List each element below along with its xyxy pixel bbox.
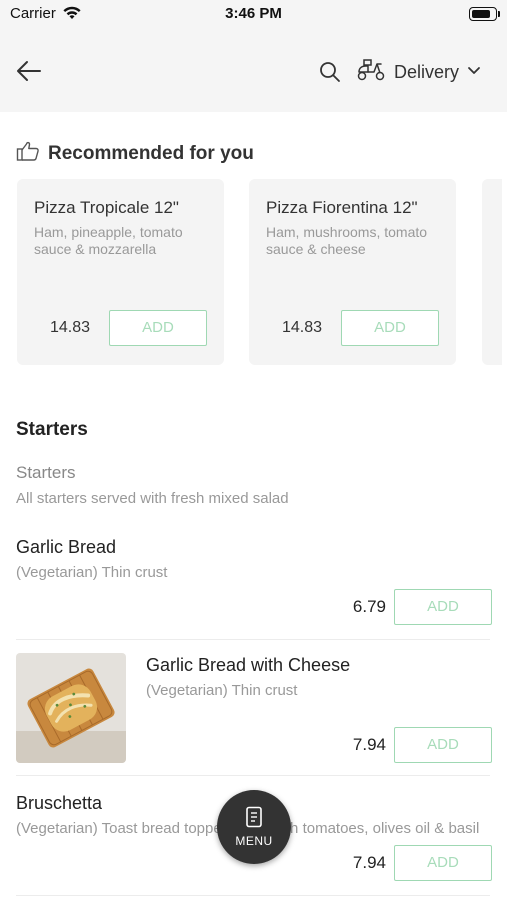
garlic-bread-thumbnail[interactable] [16, 653, 126, 763]
section-title: Starters [16, 419, 88, 440]
recommended-title: Recommended for you [48, 142, 254, 164]
product-description: Ham, mushrooms, tomato sauce & cheese [266, 224, 428, 257]
delivery-mode-selector[interactable]: Delivery [356, 58, 481, 86]
add-button[interactable]: ADD [109, 310, 207, 346]
divider [16, 895, 490, 896]
battery-icon [469, 7, 500, 21]
recommended-card-peek[interactable] [482, 179, 502, 365]
top-bar: Delivery [0, 30, 507, 112]
status-bar: Carrier 3:46 PM [0, 0, 507, 30]
menu-book-icon [245, 806, 263, 833]
delivery-mode-label: Delivery [394, 61, 460, 82]
divider [16, 775, 490, 776]
add-button[interactable]: ADD [394, 727, 492, 763]
menu-item-description: (Vegetarian) Thin crust [16, 564, 168, 581]
product-price: 14.83 [50, 319, 91, 336]
menu-fab-button[interactable]: MENU [217, 790, 291, 864]
recommended-heading: Recommended for you [16, 140, 254, 167]
search-icon[interactable] [318, 60, 342, 84]
category-description: All starters served with fresh mixed sal… [16, 490, 289, 507]
chevron-down-icon [467, 63, 481, 81]
category-title: Starters [16, 463, 76, 482]
menu-item-price: 7.94 [352, 853, 386, 872]
scooter-icon [356, 58, 386, 87]
menu-item-name[interactable]: Bruschetta [16, 793, 102, 814]
menu-item-description: (Vegetarian) Thin crust [146, 682, 298, 699]
product-description: Ham, pineapple, tomato sauce & mozzarell… [34, 224, 183, 257]
recommended-card[interactable]: Pizza Tropicale 12" Ham, pineapple, toma… [17, 179, 224, 365]
add-button[interactable]: ADD [394, 845, 492, 881]
recommended-card[interactable]: Pizza Fiorentina 12" Ham, mushrooms, tom… [249, 179, 456, 365]
clock: 3:46 PM [225, 5, 282, 22]
product-name: Pizza Tropicale 12" [34, 198, 179, 217]
divider [16, 639, 490, 640]
product-name: Pizza Fiorentina 12" [266, 198, 418, 217]
thumbs-up-icon [16, 140, 40, 167]
product-price: 14.83 [282, 319, 323, 336]
back-arrow-icon[interactable] [14, 56, 44, 86]
menu-item-name[interactable]: Garlic Bread with Cheese [146, 655, 350, 676]
menu-fab-label: MENU [235, 834, 273, 848]
menu-item-name[interactable]: Garlic Bread [16, 537, 116, 558]
add-button[interactable]: ADD [341, 310, 439, 346]
add-button[interactable]: ADD [394, 589, 492, 625]
menu-item-price: 6.79 [352, 597, 386, 616]
menu-item-price: 7.94 [352, 735, 386, 754]
